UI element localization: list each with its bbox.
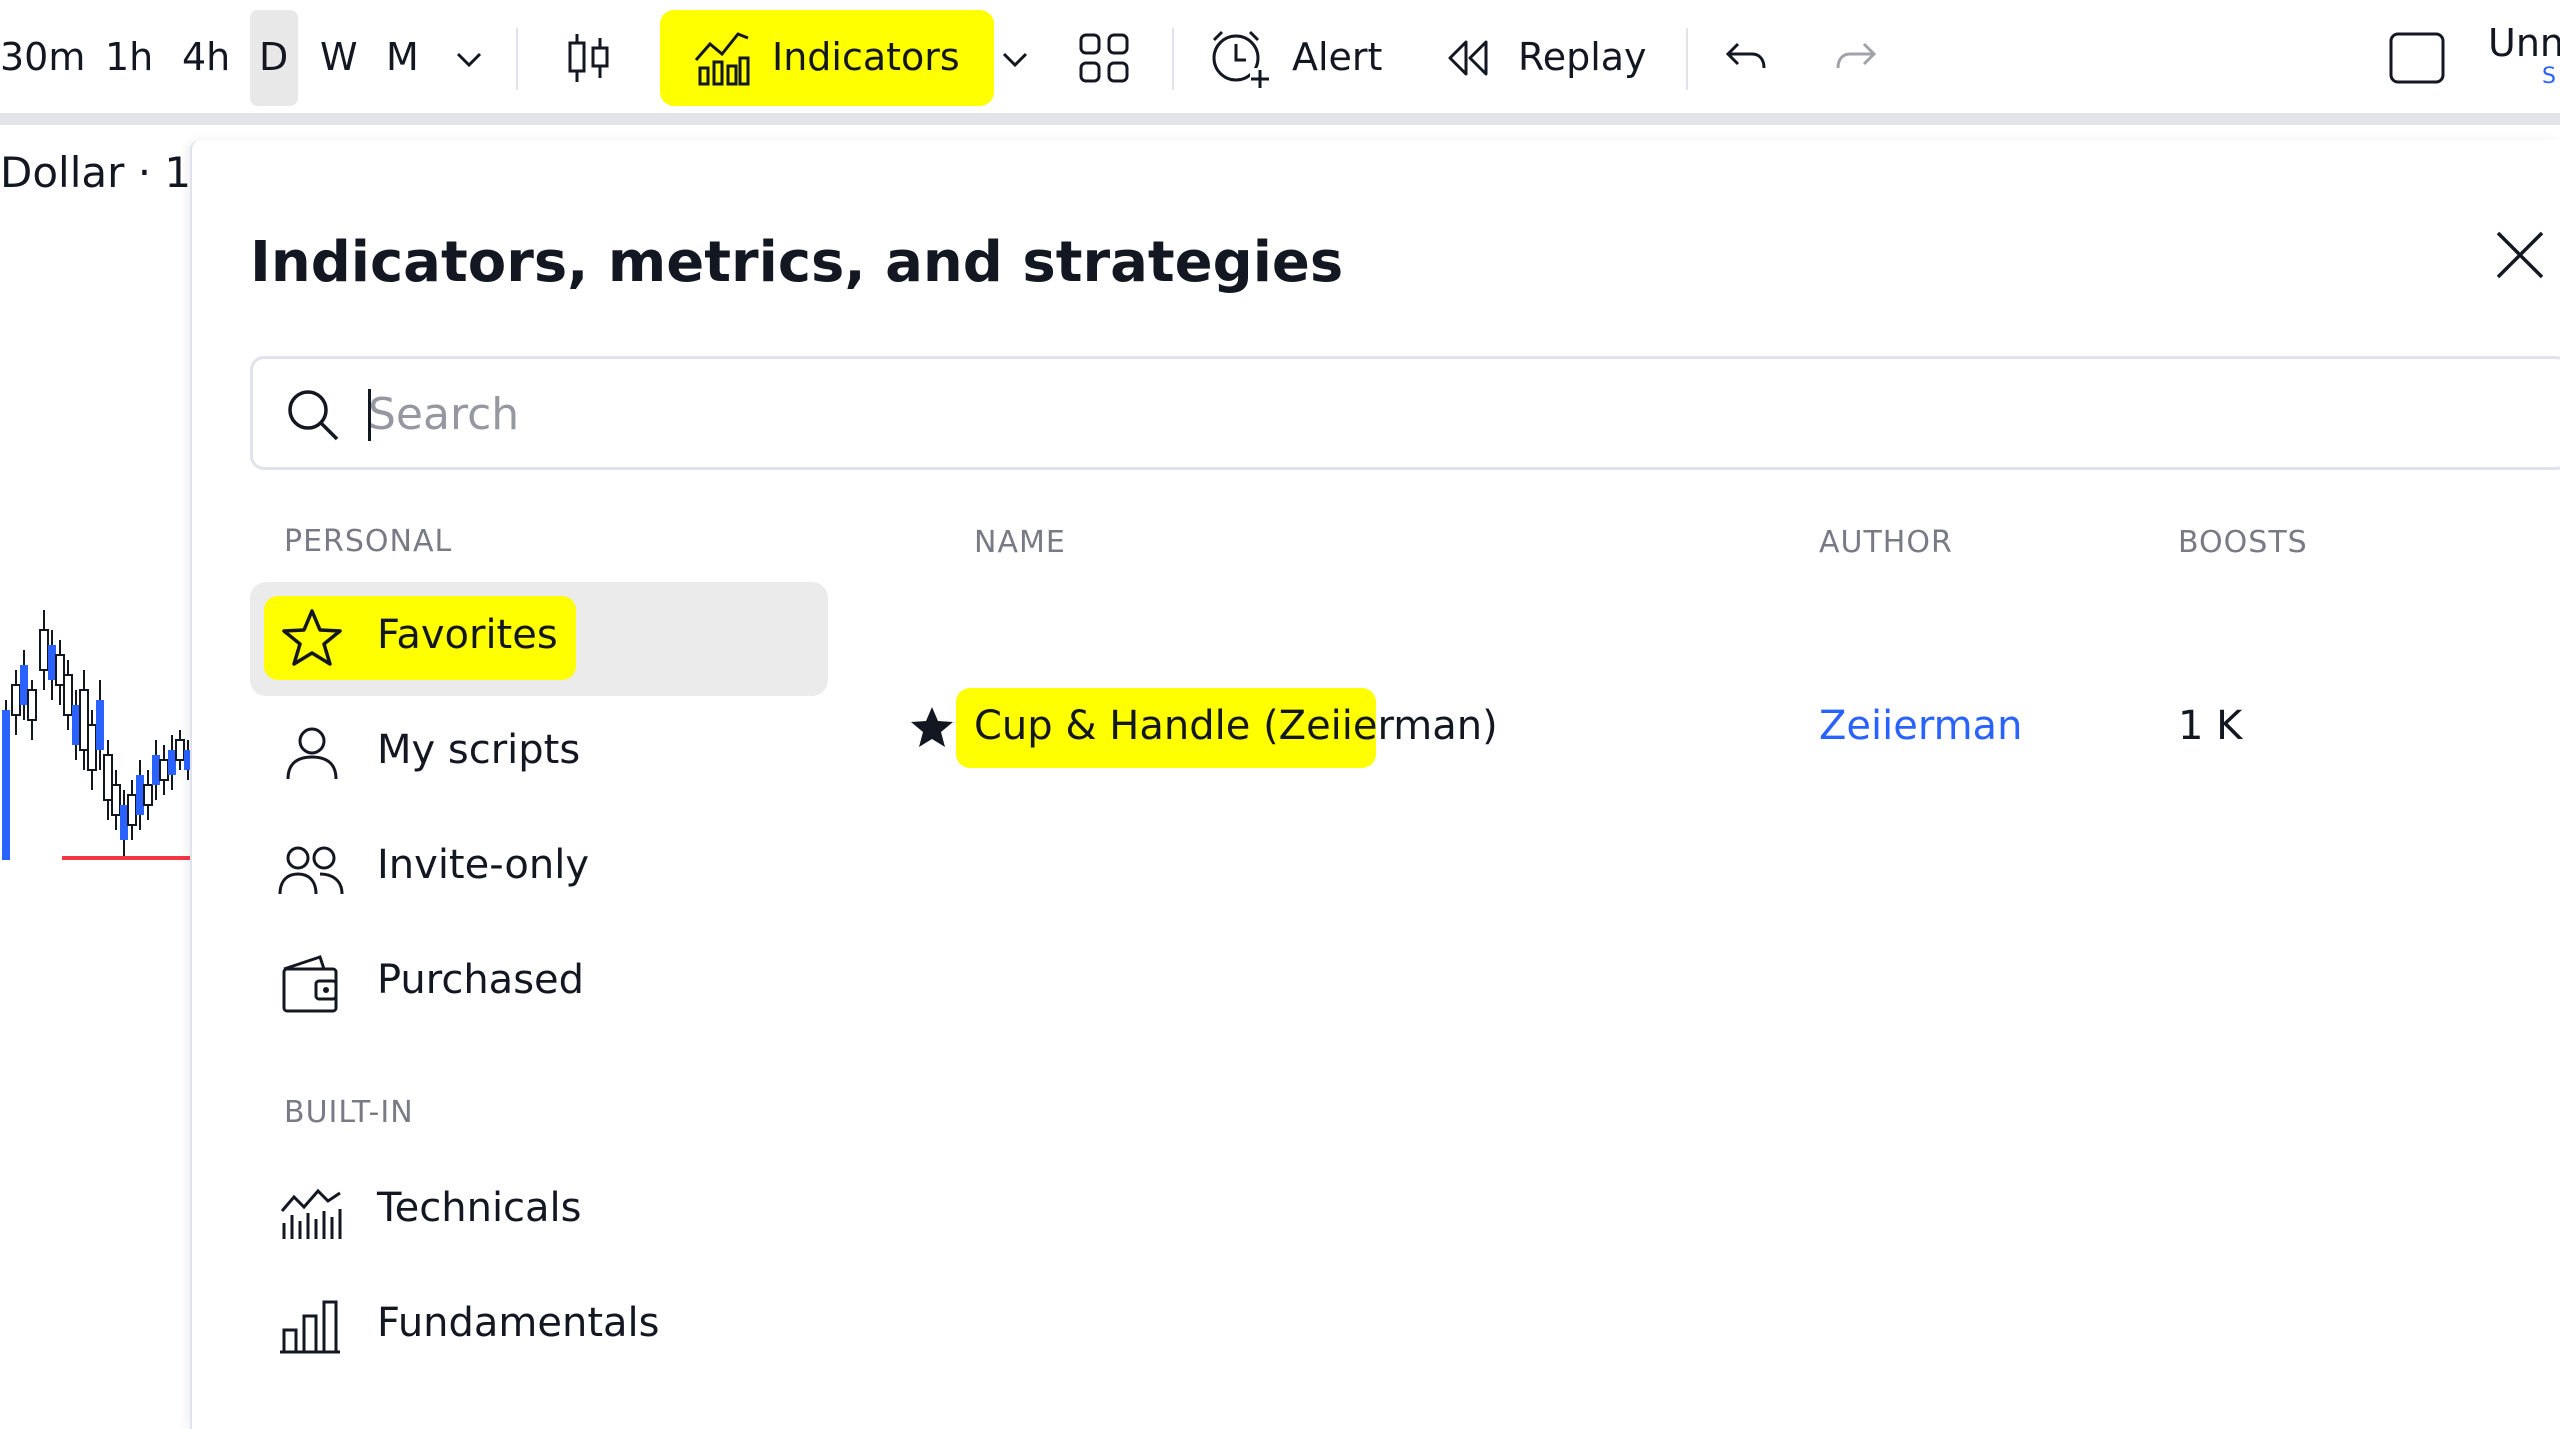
nav-item-purchased[interactable]: Purchased <box>250 927 828 1041</box>
nav-item-label: Purchased <box>377 957 585 1003</box>
layout-grid-icon[interactable] <box>1078 32 1130 84</box>
replay-button[interactable]: Replay <box>1518 38 1647 76</box>
timeframe-30m[interactable]: 30m <box>0 38 85 76</box>
candlestick-chart <box>2 610 192 860</box>
layout-status: S <box>2542 64 2556 89</box>
person-icon <box>286 727 338 780</box>
result-name[interactable]: Cup & Handle (Zeiierman) <box>974 703 1498 749</box>
nav-item-label: Fundamentals <box>377 1300 660 1346</box>
result-author-link[interactable]: Zeiierman <box>1819 703 2022 749</box>
timeframe-d[interactable]: D <box>259 38 288 76</box>
result-boosts: 1 K <box>2178 703 2243 749</box>
people-icon <box>278 846 344 895</box>
search-icon <box>288 390 339 441</box>
replay-icon[interactable] <box>1444 34 1492 82</box>
wallet-icon <box>282 955 338 1013</box>
nav-item-fundamentals[interactable]: Fundamentals <box>250 1270 828 1384</box>
technicals-icon <box>280 1188 342 1239</box>
indicators-button[interactable]: Indicators <box>772 38 960 76</box>
search-box[interactable] <box>250 356 2560 470</box>
nav-item-technicals[interactable]: Technicals <box>250 1155 828 1269</box>
alert-button[interactable]: Alert <box>1292 38 1382 76</box>
close-icon[interactable] <box>2490 225 2550 285</box>
nav-item-invite-only[interactable]: Invite-only <box>250 812 828 926</box>
redo-icon[interactable] <box>1832 34 1880 82</box>
nav-item-label: My scripts <box>377 727 581 773</box>
section-personal: PERSONAL <box>284 524 453 559</box>
fundamentals-icon <box>280 1300 340 1354</box>
chevron-down-icon[interactable] <box>452 42 486 76</box>
layout-name[interactable]: Unn <box>2488 24 2560 62</box>
column-header-name[interactable]: NAME <box>974 525 1066 560</box>
nav-item-label: Technicals <box>377 1185 582 1231</box>
alarm-clock-icon[interactable] <box>1208 26 1272 90</box>
chevron-down-icon[interactable] <box>998 42 1032 76</box>
timeframe-1h[interactable]: 1h <box>105 38 153 76</box>
text-caret <box>368 389 371 441</box>
search-input[interactable] <box>368 377 1568 451</box>
toolbar-divider <box>516 28 518 90</box>
timeframe-m[interactable]: M <box>386 38 419 76</box>
star-icon <box>282 609 342 666</box>
section-built-in: BUILT-IN <box>284 1095 414 1130</box>
nav-item-favorites[interactable]: Favorites <box>250 582 828 696</box>
nav-item-label: Favorites <box>377 612 558 658</box>
timeframe-w[interactable]: W <box>320 38 358 76</box>
result-row[interactable]: Cup & Handle (Zeiierman) Zeiierman 1 K <box>890 686 2560 774</box>
column-header-author[interactable]: AUTHOR <box>1819 525 1953 560</box>
indicators-icon[interactable] <box>692 28 752 88</box>
candles-chart-type-icon[interactable] <box>560 30 616 86</box>
toolbar-divider <box>1686 28 1688 90</box>
nav-item-label: Invite-only <box>377 842 590 888</box>
dialog-title: Indicators, metrics, and strategies <box>250 230 1344 295</box>
star-filled-icon[interactable] <box>908 704 956 752</box>
timeframe-4h[interactable]: 4h <box>182 38 230 76</box>
undo-icon[interactable] <box>1722 34 1770 82</box>
toolbar-divider <box>1172 28 1174 90</box>
top-toolbar: 30m 1h 4h D W M Indicators Alert Replay … <box>0 0 2560 113</box>
square-checkbox-icon[interactable] <box>2388 30 2446 88</box>
nav-item-my-scripts[interactable]: My scripts <box>250 697 828 811</box>
column-header-boosts[interactable]: BOOSTS <box>2178 525 2308 560</box>
toolbar-border <box>0 113 2560 125</box>
